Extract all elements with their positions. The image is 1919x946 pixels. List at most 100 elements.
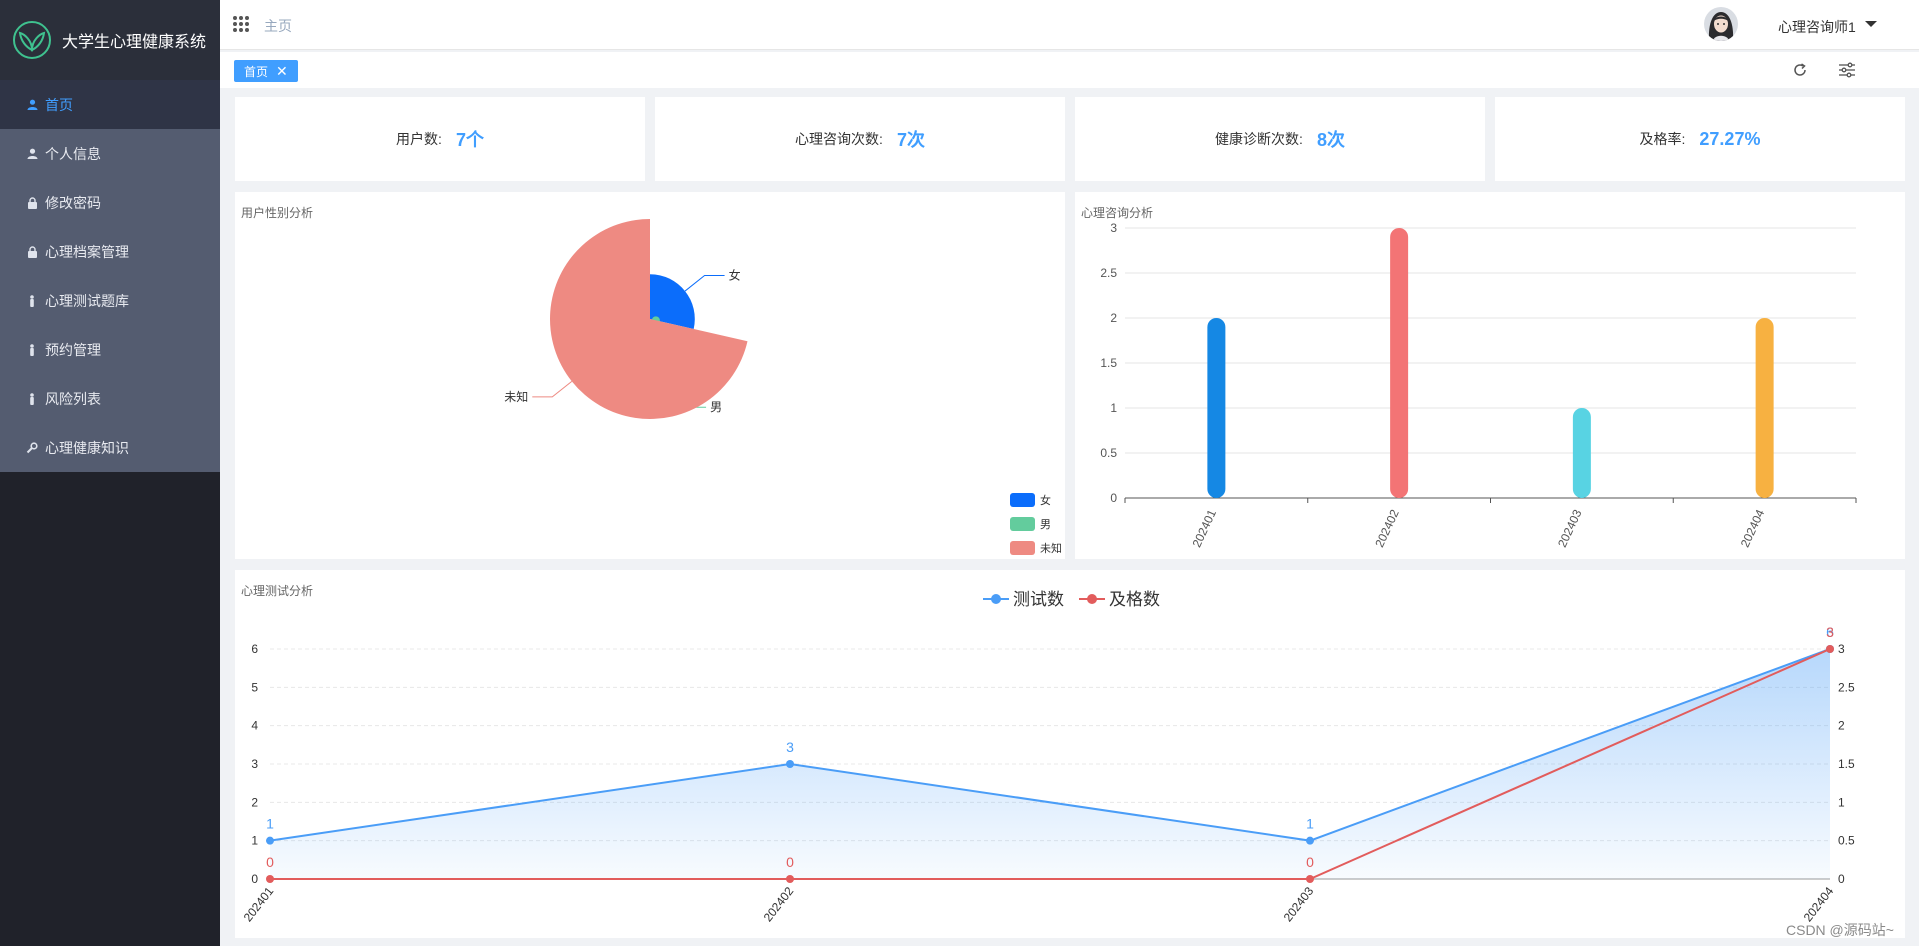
sidebar-item-password[interactable]: 修改密码	[0, 178, 220, 227]
stat-value: 8次	[1316, 130, 1345, 150]
top-header: 主页 心理咨询师1	[220, 0, 1919, 50]
legend-label: 及格数	[1109, 590, 1160, 609]
series-point	[1306, 875, 1314, 883]
y-tick-label: 2.5	[1100, 266, 1117, 280]
y-tick-label-left: 2	[251, 795, 258, 809]
x-tick-label: 202401	[1189, 507, 1219, 550]
y-tick-label-left: 1	[251, 834, 258, 848]
person-icon	[26, 294, 38, 307]
data-label: 3	[1826, 624, 1834, 640]
bar	[1390, 228, 1409, 498]
consultation-bar-chart: 0 0.5 1 1.5 2 2.5 3 202401 202402 202403 202404	[1100, 221, 1857, 550]
stat-label: 健康诊断次数:	[1215, 131, 1303, 147]
stat-label: 心理咨询次数:	[795, 131, 883, 147]
sidebar-item-label: 心理健康知识	[45, 439, 129, 456]
watermark: CSDN @源码站~	[1786, 922, 1894, 938]
series-point	[1306, 836, 1314, 845]
sidebar-item-label: 个人信息	[45, 145, 101, 162]
chart-title: 用户性别分析	[241, 206, 314, 220]
user-icon	[26, 99, 38, 111]
pie-leader-line	[684, 274, 725, 292]
x-tick-label: 202404	[1801, 884, 1837, 924]
legend-label: 女	[1040, 493, 1051, 507]
y-tick-label-right: 3	[1838, 642, 1845, 656]
bar	[1572, 408, 1591, 498]
sidebar-item-label: 心理测试题库	[45, 292, 129, 309]
sidebar-item-label: 首页	[45, 96, 73, 113]
sidebar-item-label: 修改密码	[45, 194, 101, 211]
user-icon	[26, 148, 38, 160]
y-tick-label-right: 0	[1838, 872, 1845, 886]
gender-pie-chart: 女男未知女男未知	[504, 219, 1062, 555]
refresh-icon[interactable]	[1792, 62, 1808, 78]
sidebar-item-risk-list[interactable]: 风险列表	[0, 374, 220, 423]
wrench-icon	[26, 441, 38, 454]
close-icon[interactable]: ✕	[276, 64, 288, 78]
sidebar-item-home[interactable]: 首页	[0, 80, 220, 129]
x-tick-label: 202401	[241, 884, 277, 924]
y-tick-label-right: 2.5	[1838, 680, 1855, 694]
x-tick-label: 202404	[1738, 507, 1768, 550]
y-tick-label-right: 0.5	[1838, 834, 1855, 848]
series-point	[1826, 645, 1834, 653]
sidebar-item-archives[interactable]: 心理档案管理	[0, 227, 220, 276]
person-icon	[26, 343, 38, 356]
leaf-logo-icon	[13, 21, 51, 59]
y-tick-label-right: 1	[1838, 795, 1845, 809]
y-tick-label: 1	[1110, 401, 1117, 415]
y-tick-label-right: 1.5	[1838, 757, 1855, 771]
sidebar-item-profile[interactable]: 个人信息	[0, 129, 220, 178]
sidebar-item-question-bank[interactable]: 心理测试题库	[0, 276, 220, 325]
series-point	[266, 875, 274, 883]
sidebar-item-knowledge[interactable]: 心理健康知识	[0, 423, 220, 472]
data-label: 1	[1306, 816, 1314, 832]
y-tick-label: 3	[1110, 221, 1117, 235]
legend-label: 未知	[1040, 541, 1062, 555]
stat-label: 用户数:	[396, 131, 442, 147]
breadcrumb[interactable]: 主页	[264, 16, 292, 36]
legend-marker	[1087, 594, 1097, 604]
y-tick-label-left: 0	[251, 872, 258, 886]
x-tick-label: 202402	[1372, 507, 1402, 550]
sidebar-item-appointments[interactable]: 预约管理	[0, 325, 220, 374]
avatar[interactable]	[1704, 7, 1738, 41]
x-tick-label: 202403	[1281, 884, 1317, 924]
y-tick-label-left: 4	[251, 719, 258, 733]
sidebar-item-label: 预约管理	[45, 341, 101, 358]
y-tick-label: 1.5	[1100, 356, 1117, 370]
y-tick-label-right: 2	[1838, 719, 1845, 733]
y-tick-label-left: 5	[251, 680, 258, 694]
pie-label: 男	[710, 400, 722, 414]
caret-down-icon[interactable]	[1865, 21, 1877, 27]
bar	[1207, 318, 1226, 498]
stat-label: 及格率:	[1639, 131, 1686, 147]
apps-grid-icon[interactable]	[232, 15, 250, 33]
legend-swatch	[1010, 541, 1035, 555]
y-tick-label-left: 6	[251, 642, 258, 656]
lock-icon	[26, 245, 38, 258]
brand: 大学生心理健康系统	[0, 0, 220, 80]
consultation-chart-panel: 心理咨询分析 0 0.5 1 1.5 2 2.5 3 202401 202402 202403 20…	[1075, 192, 1905, 559]
stat-card-pass-rate: 及格率: 27.27%	[1495, 97, 1905, 181]
data-label: 1	[266, 816, 274, 832]
test-line-chart: 012345600.511.522.53202401 202402 202403 20…	[241, 590, 1855, 924]
app-title: 大学生心理健康系统	[62, 34, 207, 51]
sidebar-item-label: 风险列表	[45, 390, 101, 407]
lock-icon	[26, 196, 38, 209]
series-point	[266, 836, 274, 845]
legend-swatch	[1010, 493, 1035, 507]
tag-label: 首页	[244, 64, 269, 79]
sidebar-menu: 首页 个人信息 修改密码 心理档案管理 心理测试题库 预约管理 风险列表 心理健…	[0, 80, 220, 472]
data-label: 0	[266, 854, 274, 870]
settings-sliders-icon[interactable]	[1838, 62, 1856, 78]
pie-slice	[550, 219, 748, 419]
stat-card-diagnoses: 健康诊断次数: 8次	[1075, 97, 1485, 181]
stat-card-users: 用户数: 7个	[235, 97, 645, 181]
legend-label: 测试数	[1013, 590, 1064, 609]
username[interactable]: 心理咨询师1	[1778, 17, 1856, 37]
data-label: 0	[1306, 854, 1314, 870]
tag-home[interactable]: 首页 ✕	[234, 60, 298, 82]
data-label: 3	[786, 739, 794, 755]
y-tick-label: 0	[1110, 491, 1117, 505]
stat-value: 7个	[455, 130, 484, 150]
